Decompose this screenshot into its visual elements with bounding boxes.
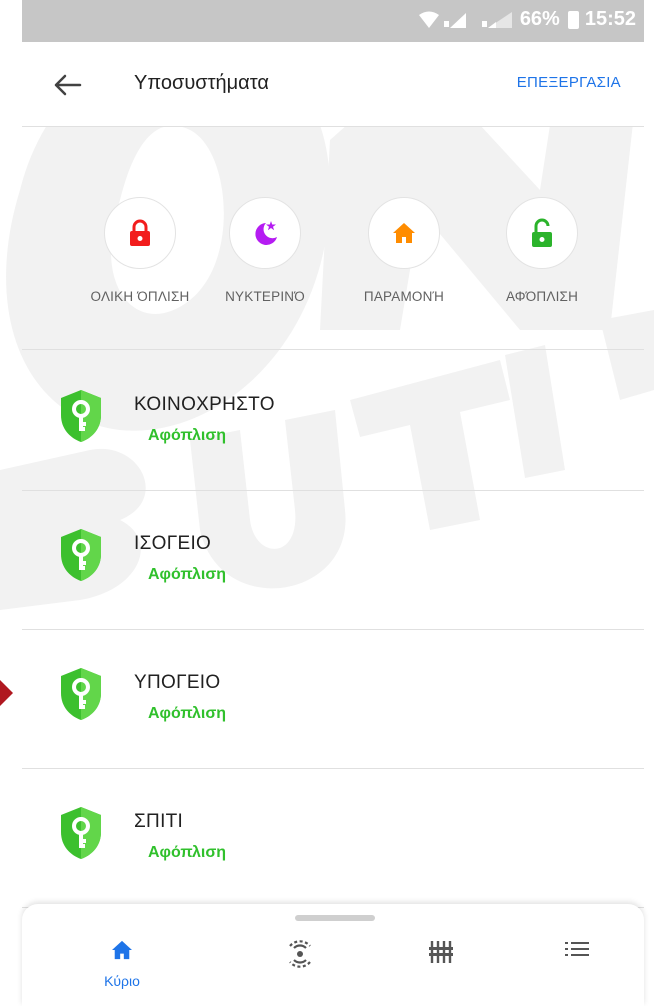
- subsystem-row[interactable]: ΣΠΙΤΙ Αφόπλιση: [22, 769, 644, 908]
- mode-label: ΠΑΡΑΜΟΝΉ: [363, 289, 445, 304]
- home-icon: [112, 940, 132, 960]
- subsystem-state: Αφόπλιση: [148, 705, 227, 722]
- app-bar: Υποσυστήματα ΕΠΕΞΕΡΓΑΣΙΑ: [22, 42, 644, 127]
- mode-label: ΑΦΌΠΛΙΣΗ: [505, 289, 579, 304]
- battery-percentage: 66%: [519, 8, 560, 30]
- mode-circle: [506, 197, 578, 269]
- subsystem-state: Αφόπλιση: [148, 844, 227, 861]
- edit-button[interactable]: ΕΠΕΞΕΡΓΑΣΙΑ: [517, 74, 621, 91]
- nav-item-sensors[interactable]: [260, 940, 340, 973]
- wifi-icon: [418, 11, 439, 28]
- bottom-navigation: Κύριο: [22, 904, 644, 1006]
- signal-icon: [443, 12, 466, 28]
- nav-item-controls[interactable]: [401, 940, 481, 969]
- battery-icon: [567, 10, 579, 29]
- mode-full-arm[interactable]: ΟΛΙΚΗ ΌΠΛΙΣΗ: [70, 197, 210, 304]
- mode-stay[interactable]: ΠΑΡΑΜΟΝΉ: [334, 197, 474, 304]
- subsystem-row[interactable]: ΥΠΟΓΕΙΟ Αφόπλιση: [22, 630, 644, 769]
- mode-label: ΟΛΙΚΗ ΌΠΛΙΣΗ: [90, 289, 190, 304]
- shield-key-icon: [61, 529, 101, 581]
- lock-open-icon: [532, 218, 552, 247]
- sliders-icon: [429, 941, 453, 963]
- mode-disarm[interactable]: ΑΦΌΠΛΙΣΗ: [472, 197, 612, 304]
- mode-circle: [104, 197, 176, 269]
- home-icon: [393, 223, 415, 243]
- mode-circle: [229, 197, 301, 269]
- subsystem-state: Αφόπλιση: [148, 566, 227, 583]
- subsystem-row[interactable]: ΚΟΙΝΟΧΡΗΣΤΟ Αφόπλιση: [22, 352, 644, 491]
- sensor-icon: [289, 940, 311, 968]
- subsystem-name: ΣΠΙΤΙ: [134, 811, 184, 832]
- shield-key-icon: [61, 668, 101, 720]
- subsystem-name: ΙΣΟΓΕΙΟ: [134, 533, 212, 554]
- nav-item-home[interactable]: Κύριο: [82, 940, 162, 989]
- mode-night[interactable]: ΝΥΚΤΕΡΙΝΌ: [195, 197, 335, 304]
- shield-key-icon: [61, 390, 101, 442]
- nav-item-label: Κύριο: [104, 973, 140, 989]
- drag-handle[interactable]: [295, 915, 375, 921]
- clock: 15:52: [584, 8, 636, 30]
- subsystem-row[interactable]: ΙΣΟΓΕΙΟ Αφόπλιση: [22, 491, 644, 630]
- shield-key-icon: [61, 807, 101, 859]
- subsystem-state: Αφόπλιση: [148, 427, 227, 444]
- subsystem-name: ΥΠΟΓΕΙΟ: [134, 672, 221, 693]
- lock-closed-icon: [130, 219, 150, 246]
- signal-icon: [481, 11, 512, 28]
- pointer-marker: [0, 680, 13, 706]
- moon-star-icon: [255, 221, 277, 245]
- arming-modes: ΟΛΙΚΗ ΌΠΛΙΣΗ ΝΥΚΤΕΡΙΝΌ ΠΑΡΑΜΟΝΉ ΑΦΌΠΛΙΣΗ: [22, 127, 644, 350]
- page-title: Υποσυστήματα: [134, 72, 269, 94]
- back-arrow-icon[interactable]: [52, 70, 82, 100]
- subsystem-name: ΚΟΙΝΟΧΡΗΣΤΟ: [134, 394, 275, 415]
- nav-item-menu[interactable]: [537, 940, 617, 963]
- status-bar: 66% 15:52: [22, 0, 644, 42]
- mode-circle: [368, 197, 440, 269]
- list-icon: [565, 942, 589, 956]
- mode-label: ΝΥΚΤΕΡΙΝΌ: [225, 289, 305, 304]
